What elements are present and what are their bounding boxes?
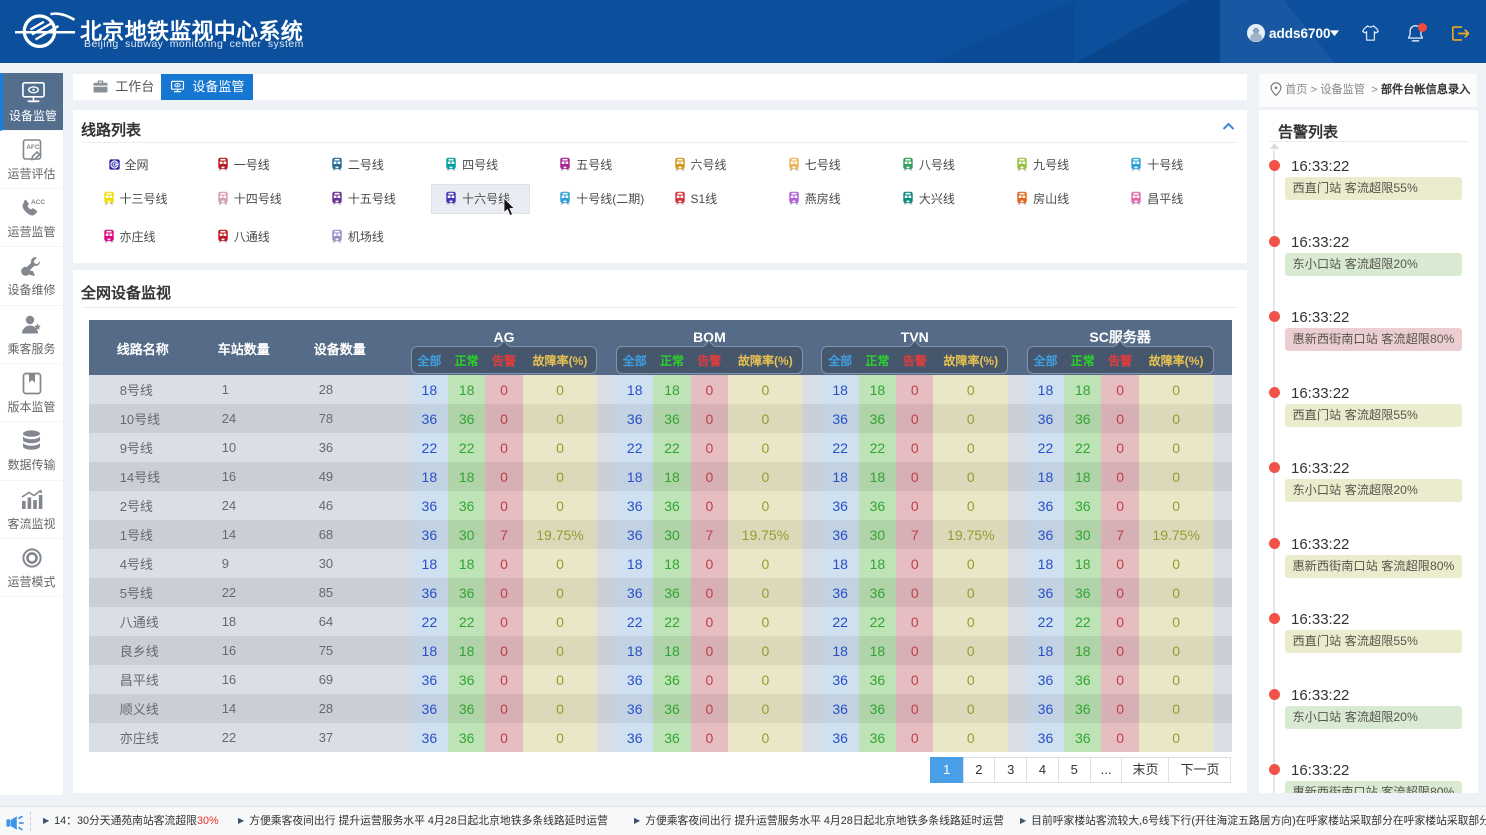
svg-text:ACC: ACC: [31, 199, 45, 206]
svg-text:AFC: AFC: [26, 144, 40, 151]
